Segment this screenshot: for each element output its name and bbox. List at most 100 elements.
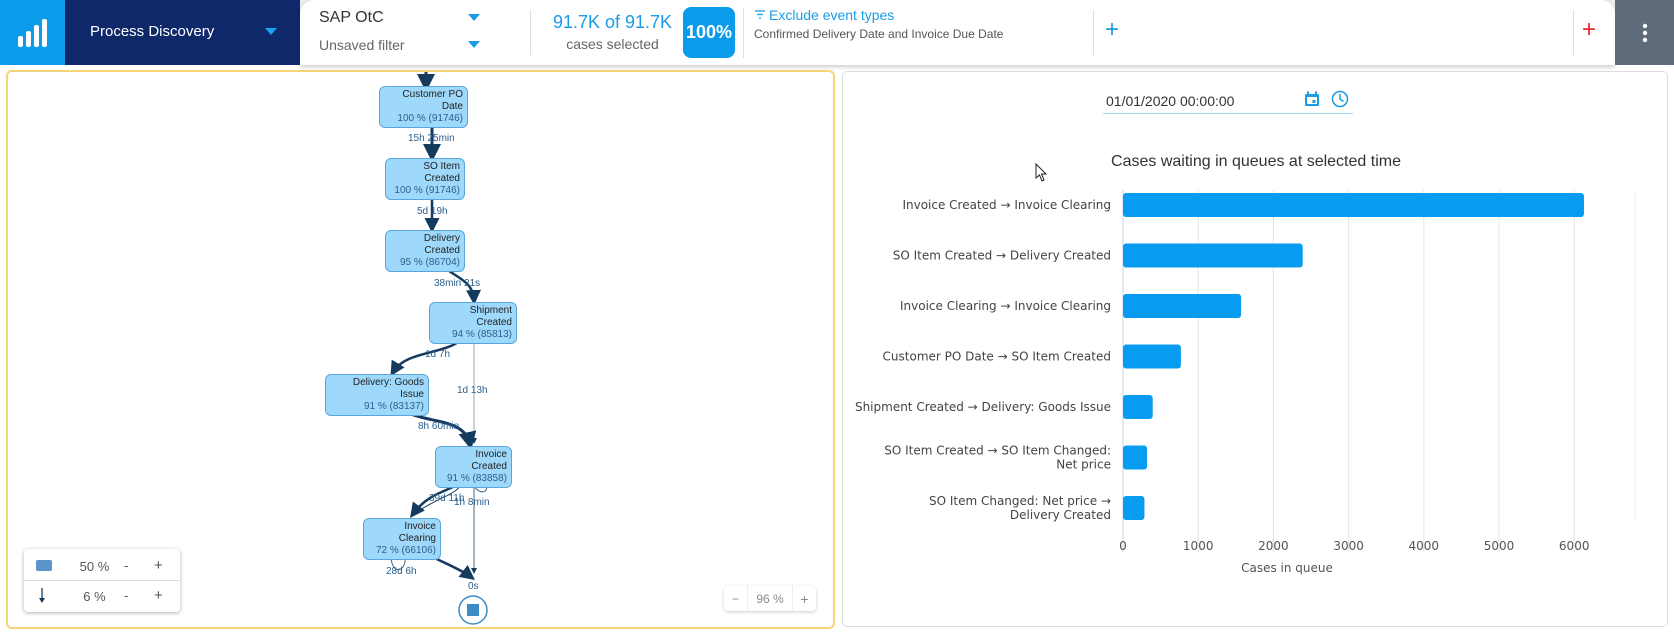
divider <box>1573 10 1574 55</box>
paths-decrease-button[interactable]: - <box>124 588 128 603</box>
activity-node[interactable]: Invoice Created 91 % (83858) <box>435 446 512 488</box>
process-map-panel[interactable]: Customer PO Date 100 % (91746) SO Item C… <box>6 70 835 629</box>
edge-label: 38min 21s <box>434 278 481 289</box>
category-label: SO Item Created → Delivery Created <box>893 249 1111 263</box>
edge-label: 28d 6h <box>386 566 417 577</box>
activity-node[interactable]: SO Item Created 100 % (91746) <box>385 158 465 200</box>
activity-node[interactable]: Delivery: Goods Issue 91 % (83137) <box>325 374 429 416</box>
category-label: SO Item Created → SO Item Changed: <box>884 444 1111 458</box>
activity-node[interactable]: Shipment Created 94 % (85813) <box>429 302 517 344</box>
edge-label: 15h 25min <box>408 133 455 144</box>
bar <box>1123 395 1153 419</box>
top-bar: Process Discovery SAP OtC Unsaved filter… <box>0 0 1674 65</box>
node-name: Shipment Created <box>469 305 512 328</box>
bar <box>1123 193 1584 217</box>
paths-percent: 6 % <box>83 589 106 604</box>
add-filter-button[interactable]: + <box>1105 18 1119 42</box>
zoom-level: 96 % <box>756 591 784 606</box>
activity-box-icon <box>36 560 52 571</box>
filter-icon <box>755 10 765 19</box>
node-name: SO Item Created <box>423 161 460 184</box>
node-name: Customer PO Date <box>402 89 463 112</box>
activities-detail-row: 50 % - + <box>24 551 180 581</box>
edge-label: 1d 7h <box>425 349 451 360</box>
node-name: Delivery: Goods Issue <box>352 377 424 400</box>
arrow-down-icon <box>39 588 45 603</box>
node-name: Delivery Created <box>423 233 460 256</box>
bar <box>1123 344 1181 369</box>
edge-label: 8h 60min <box>418 421 460 432</box>
divider <box>530 10 531 55</box>
node-stat: 91 % (83137) <box>363 401 424 412</box>
category-label: Invoice Clearing → Invoice Clearing <box>900 299 1111 313</box>
x-axis-label: Cases in queue <box>1241 561 1333 575</box>
queue-panel: 01/01/2020 00:00:00 Cases waiting in que… <box>842 71 1668 627</box>
category-label: SO Item Changed: Net price → <box>929 494 1111 508</box>
filter-bar: SAP OtC Unsaved filter 91.7K of 91.7K ca… <box>300 0 1615 65</box>
zoom-control: − 96 % + <box>724 586 816 611</box>
paths-detail-row: 6 % - + <box>24 581 180 611</box>
queue-bar-chart: 0 1000 2000 3000 4000 5000 6000 Cases in queue I… <box>855 190 1636 575</box>
node-stat: 72 % (66106) <box>375 545 436 556</box>
divider <box>743 8 744 58</box>
end-node-stop-icon <box>467 604 479 616</box>
exclude-event-types-filter[interactable]: Exclude event types <box>754 7 894 23</box>
add-comparison-button[interactable]: + <box>1582 18 1596 42</box>
node-stat: 91 % (83858) <box>446 473 507 484</box>
mouse-cursor-icon <box>1035 163 1048 182</box>
edge-label: 1d 13h <box>457 385 488 396</box>
x-tick-label: 4000 <box>1409 539 1440 553</box>
edge-label: 1h 8min <box>454 497 490 508</box>
detail-sliders: 50 % - + 6 % - + <box>24 549 180 612</box>
x-tick-label: 2000 <box>1258 539 1289 553</box>
activity-node[interactable]: Invoice Clearing 72 % (66106) <box>363 518 441 560</box>
node-stat: 100 % (91746) <box>394 185 460 196</box>
cases-percent-badge: 100% <box>683 7 735 58</box>
filter-dropdown-icon[interactable] <box>468 41 480 48</box>
activities-increase-button[interactable]: + <box>154 557 163 574</box>
activity-node[interactable]: Customer PO Date 100 % (91746) <box>379 86 468 128</box>
node-stat: 100 % (91746) <box>397 113 463 124</box>
x-tick-label: 5000 <box>1484 539 1515 553</box>
cases-count: 91.7K of 91.7K <box>552 12 673 32</box>
x-tick-label: 1000 <box>1183 539 1214 553</box>
zoom-in-button[interactable]: + <box>792 586 816 611</box>
node-stat: 95 % (86704) <box>399 257 460 268</box>
paths-increase-button[interactable]: + <box>154 587 163 604</box>
divider <box>1093 10 1094 55</box>
activity-node[interactable]: Delivery Created 95 % (86704) <box>385 230 465 272</box>
bar-chart-logo-icon <box>17 18 47 47</box>
edge-label: 0s <box>468 581 479 592</box>
category-label: Delivery Created <box>1010 508 1111 522</box>
bar <box>1123 445 1148 470</box>
dataset-dropdown-icon[interactable] <box>468 14 480 21</box>
x-tick-label: 3000 <box>1333 539 1364 553</box>
app-logo[interactable] <box>0 0 65 65</box>
zoom-out-button[interactable]: − <box>724 586 748 611</box>
node-name: Invoice Clearing <box>398 521 436 544</box>
category-label: Net price <box>1056 458 1111 472</box>
filter-selector[interactable]: Unsaved filter <box>319 37 405 53</box>
category-label: Invoice Created → Invoice Clearing <box>902 198 1111 212</box>
activities-percent: 50 % <box>79 559 110 574</box>
exclude-title: Exclude event types <box>769 7 895 23</box>
app-title: Process Discovery <box>90 23 215 40</box>
dataset-selector[interactable]: SAP OtC <box>319 9 384 27</box>
bar <box>1123 496 1145 520</box>
edge-label: 5d 19h <box>417 206 448 217</box>
cases-label: cases selected <box>566 36 659 52</box>
kebab-menu-icon <box>1642 23 1647 42</box>
category-label: Customer PO Date → SO Item Created <box>883 350 1111 364</box>
more-menu-button[interactable] <box>1615 0 1674 65</box>
node-stat: 94 % (85813) <box>451 329 512 340</box>
chevron-down-icon[interactable] <box>265 28 277 35</box>
activities-decrease-button[interactable]: - <box>124 558 128 573</box>
bar <box>1123 294 1242 318</box>
x-tick-label: 6000 <box>1559 539 1590 553</box>
node-name: Invoice Created <box>471 449 507 472</box>
app-switcher[interactable]: Process Discovery <box>65 0 300 65</box>
exclude-description: Confirmed Delivery Date and Invoice Due … <box>754 27 1004 41</box>
x-tick-label: 0 <box>1119 539 1127 553</box>
category-label: Shipment Created → Delivery: Goods Issue <box>855 400 1111 414</box>
bar <box>1123 243 1303 268</box>
